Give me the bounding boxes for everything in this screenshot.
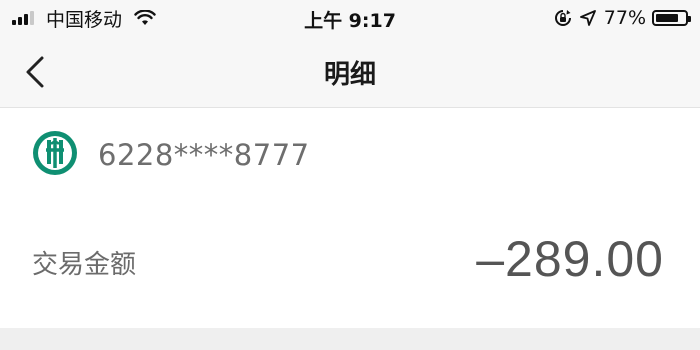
amount-value: –289.00 <box>476 231 664 287</box>
status-bar: 中国移动 上午 9:17 77% <box>0 0 700 36</box>
account-row: 6228****8777 <box>0 108 700 200</box>
section-divider <box>0 328 700 350</box>
bank-logo-icon <box>33 131 77 175</box>
battery-icon <box>652 10 691 26</box>
status-right: 77% <box>554 6 691 30</box>
orientation-lock-icon <box>554 10 571 26</box>
battery-percent: 77% <box>603 7 646 29</box>
location-icon <box>579 10 596 26</box>
amount-label: 交易金额 <box>32 250 137 280</box>
nav-bar: 明细 <box>0 36 700 108</box>
page-title: 明细 <box>323 60 376 90</box>
amount-row: 交易金额 –289.00 <box>0 200 700 328</box>
card-number: 6228****8777 <box>98 138 310 172</box>
battery-fill <box>656 14 678 22</box>
